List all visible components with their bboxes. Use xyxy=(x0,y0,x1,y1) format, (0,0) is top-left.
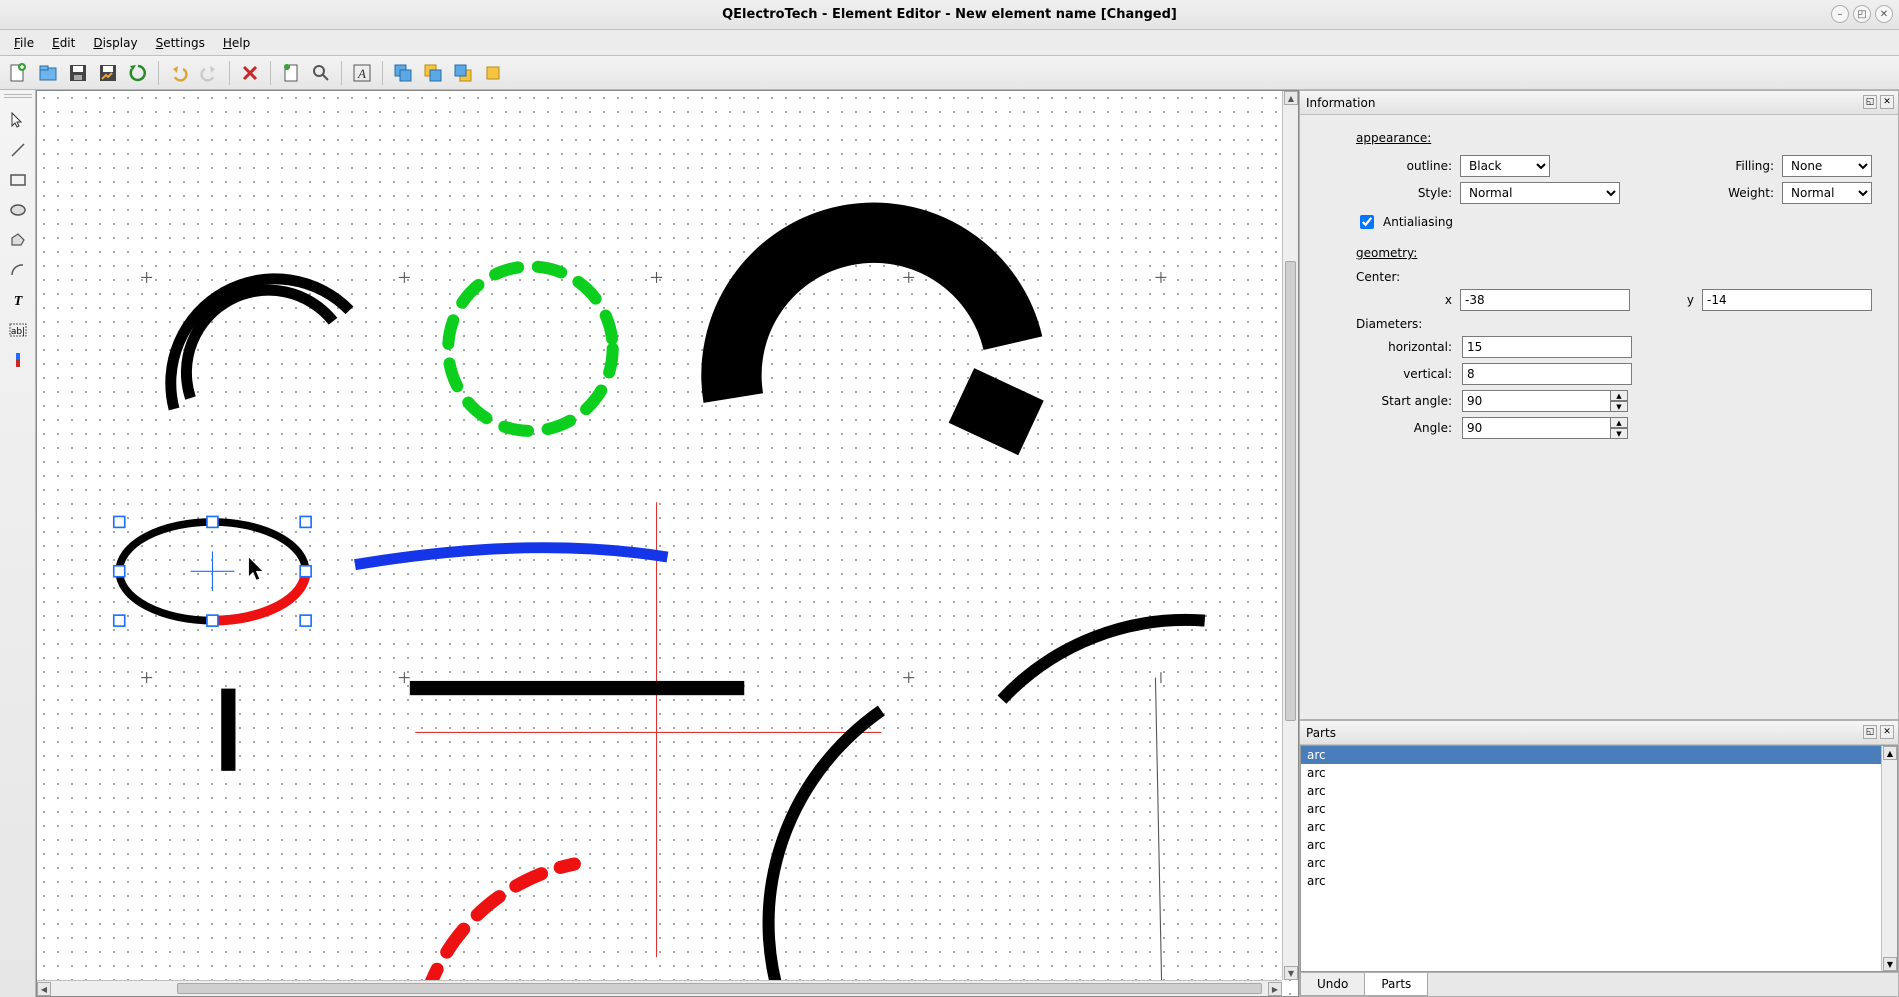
horizontal-input[interactable] xyxy=(1462,336,1632,358)
polygon-tool[interactable] xyxy=(4,226,32,254)
filling-select[interactable]: None xyxy=(1782,155,1872,177)
reload-icon[interactable] xyxy=(124,59,152,87)
angle-label: Angle: xyxy=(1356,421,1452,435)
arc-tool[interactable] xyxy=(4,256,32,284)
angle-down[interactable]: ▼ xyxy=(1610,428,1628,439)
svg-text:T: T xyxy=(13,294,23,309)
appearance-heading: appearance: xyxy=(1356,131,1872,145)
canvas[interactable]: ▲▼ ◀▶ xyxy=(36,90,1299,997)
menu-help[interactable]: Help xyxy=(215,33,258,53)
minimize-button[interactable]: – xyxy=(1831,5,1849,23)
send-backward-icon[interactable] xyxy=(449,59,477,87)
menu-display[interactable]: Display xyxy=(85,33,145,53)
save-icon[interactable] xyxy=(64,59,92,87)
startangle-input[interactable] xyxy=(1462,390,1610,412)
menu-edit[interactable]: Edit xyxy=(44,33,83,53)
parts-item[interactable]: arc xyxy=(1301,836,1897,854)
panel-close-icon[interactable]: ✕ xyxy=(1880,95,1894,109)
center-label: Center: xyxy=(1356,270,1872,284)
tool-palette: T ab| xyxy=(0,90,36,997)
undo-tab[interactable]: Undo xyxy=(1300,973,1365,996)
filling-label: Filling: xyxy=(1678,159,1774,173)
properties-icon[interactable] xyxy=(277,59,305,87)
parts-tab[interactable]: Parts xyxy=(1364,973,1428,996)
parts-item[interactable]: arc xyxy=(1301,782,1897,800)
zoom-icon[interactable] xyxy=(307,59,335,87)
parts-item[interactable]: arc xyxy=(1301,800,1897,818)
parts-panel-title: Parts ◱✕ xyxy=(1300,721,1898,745)
weight-label: Weight: xyxy=(1678,186,1774,200)
grip-icon xyxy=(4,94,32,100)
parts-scrollbar[interactable]: ▲▼ xyxy=(1881,746,1897,971)
delete-icon[interactable] xyxy=(236,59,264,87)
menu-file[interactable]: File xyxy=(6,33,42,53)
svg-text:ab|: ab| xyxy=(10,327,24,337)
single-layer-icon[interactable] xyxy=(479,59,507,87)
redo-icon[interactable] xyxy=(195,59,223,87)
outline-label: outline: xyxy=(1356,159,1452,173)
text-tool[interactable]: T xyxy=(4,286,32,314)
weight-select[interactable]: Normal xyxy=(1782,182,1872,204)
startangle-up[interactable]: ▲ xyxy=(1610,390,1628,401)
geometry-heading: geometry: xyxy=(1356,246,1872,260)
vertical-input[interactable] xyxy=(1462,363,1632,385)
saveas-icon[interactable] xyxy=(94,59,122,87)
maximize-button[interactable]: ◰ xyxy=(1853,5,1871,23)
y-input[interactable] xyxy=(1702,289,1872,311)
terminal-tool[interactable] xyxy=(4,346,32,374)
parts-title-text: Parts xyxy=(1306,726,1336,740)
information-panel-title: Information ◱✕ xyxy=(1300,91,1898,115)
panel-float-icon[interactable]: ◱ xyxy=(1863,95,1877,109)
parts-item[interactable]: arc xyxy=(1301,764,1897,782)
bring-forward-icon[interactable] xyxy=(419,59,447,87)
panel-float-icon[interactable]: ◱ xyxy=(1863,725,1877,739)
copy-icon[interactable] xyxy=(389,59,417,87)
textfield-tool[interactable]: ab| xyxy=(4,316,32,344)
startangle-down[interactable]: ▼ xyxy=(1610,401,1628,412)
rect-tool[interactable] xyxy=(4,166,32,194)
parts-item[interactable]: arc xyxy=(1301,746,1897,764)
outline-select[interactable]: Black xyxy=(1460,155,1550,177)
parts-item[interactable]: arc xyxy=(1301,854,1897,872)
information-title-text: Information xyxy=(1306,96,1375,110)
antialias-checkbox[interactable] xyxy=(1360,215,1374,229)
svg-text:A: A xyxy=(357,66,366,81)
parts-item[interactable]: arc xyxy=(1301,872,1897,890)
text-icon[interactable]: A xyxy=(348,59,376,87)
titlebar: QElectroTech - Element Editor - New elem… xyxy=(0,0,1899,30)
ellipse-tool[interactable] xyxy=(4,196,32,224)
y-label: y xyxy=(1674,293,1694,307)
window-title: QElectroTech - Element Editor - New elem… xyxy=(722,7,1177,22)
x-label: x xyxy=(1356,293,1452,307)
horizontal-scrollbar[interactable]: ◀▶ xyxy=(37,980,1282,996)
style-select[interactable]: Normal xyxy=(1460,182,1620,204)
pointer-tool[interactable] xyxy=(4,106,32,134)
open-icon[interactable] xyxy=(34,59,62,87)
menubar: File Edit Display Settings Help xyxy=(0,30,1899,56)
x-input[interactable] xyxy=(1460,289,1630,311)
angle-input[interactable] xyxy=(1462,417,1610,439)
antialias-label: Antialiasing xyxy=(1383,215,1453,229)
parts-item[interactable]: arc xyxy=(1301,818,1897,836)
vertical-label: vertical: xyxy=(1356,367,1452,381)
style-label: Style: xyxy=(1356,186,1452,200)
horizontal-label: horizontal: xyxy=(1356,340,1452,354)
panel-close-icon[interactable]: ✕ xyxy=(1880,725,1894,739)
new-icon[interactable] xyxy=(4,59,32,87)
line-tool[interactable] xyxy=(4,136,32,164)
toolbar: A xyxy=(0,56,1899,90)
close-button[interactable]: ✕ xyxy=(1875,5,1893,23)
diameters-label: Diameters: xyxy=(1356,317,1872,331)
vertical-scrollbar[interactable]: ▲▼ xyxy=(1282,91,1298,980)
angle-up[interactable]: ▲ xyxy=(1610,417,1628,428)
menu-settings[interactable]: Settings xyxy=(148,33,213,53)
parts-list[interactable]: arcarcarcarcarcarcarcarc▲▼ xyxy=(1300,745,1898,972)
undo-icon[interactable] xyxy=(165,59,193,87)
startangle-label: Start angle: xyxy=(1356,394,1452,408)
